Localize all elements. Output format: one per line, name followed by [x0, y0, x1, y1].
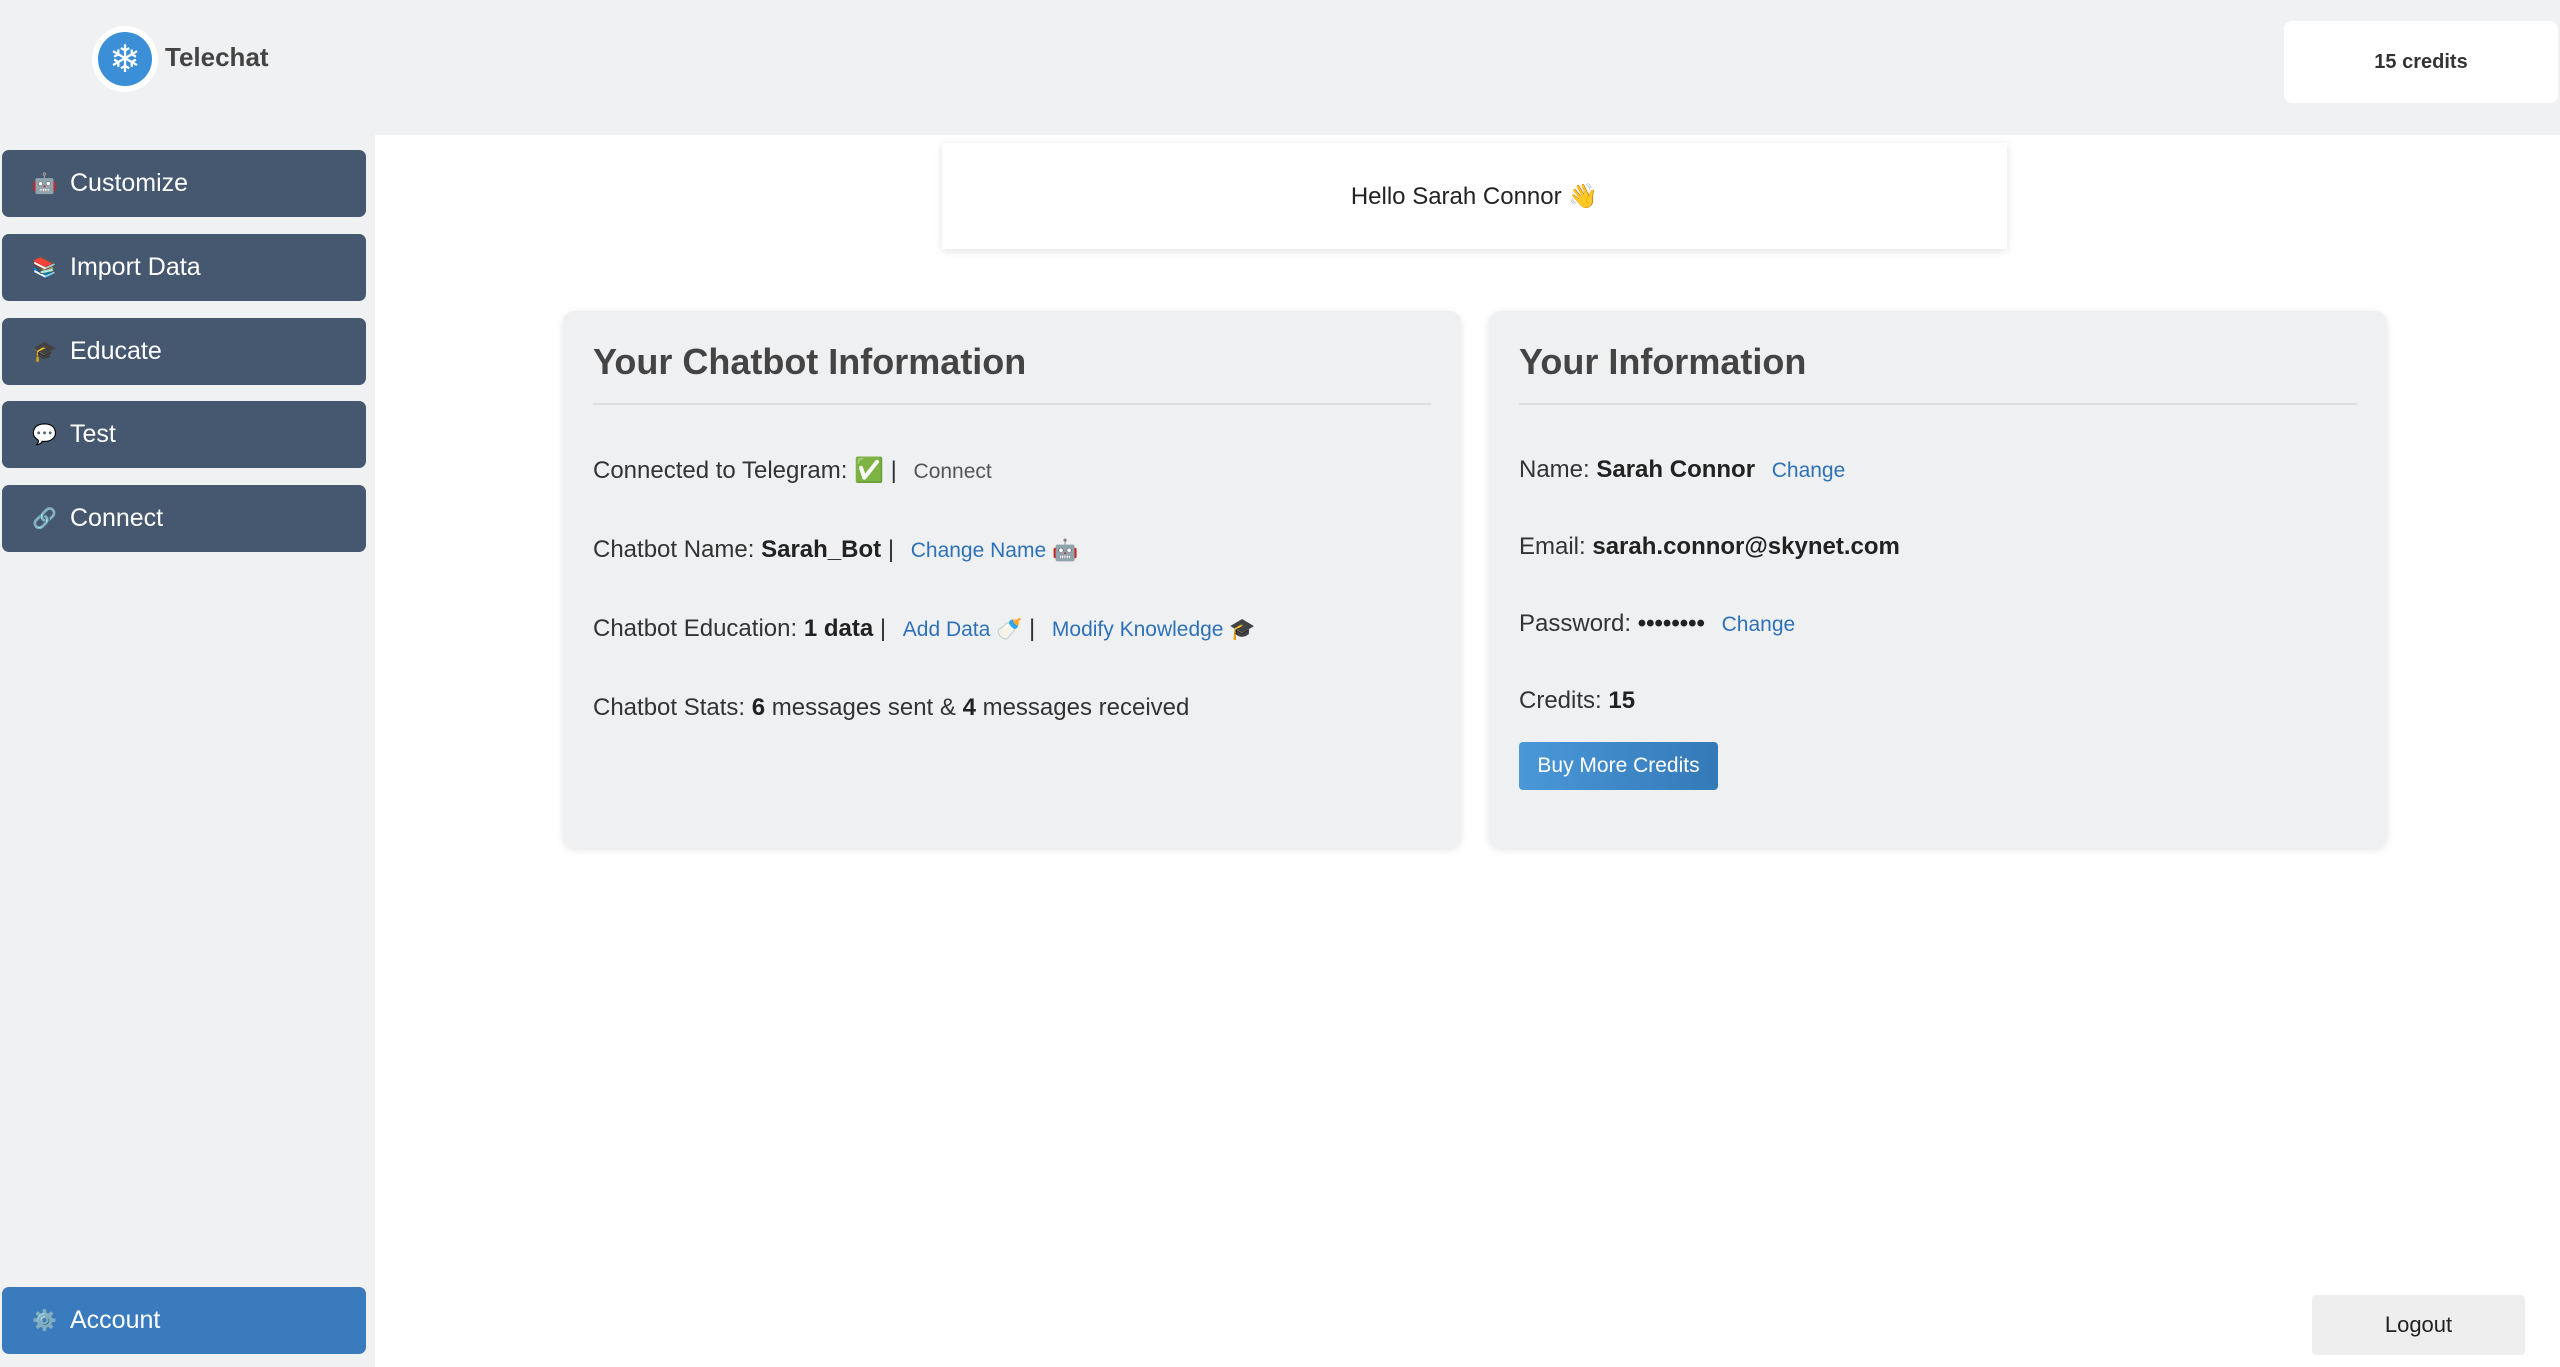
sidebar-item-label: Import Data: [70, 253, 201, 281]
logout-button[interactable]: Logout: [2312, 1295, 2525, 1355]
change-password-link[interactable]: Change: [1722, 613, 1796, 636]
messages-received: 4: [962, 694, 976, 721]
sidebar-item-label: Connect: [70, 504, 164, 532]
education-count: 1 data: [803, 615, 874, 642]
robot-icon: 🤖: [32, 173, 57, 195]
messages-sent: 6: [751, 694, 766, 721]
connect-link[interactable]: Connect: [914, 460, 992, 483]
user-email: sarah.connor@skynet.com: [1592, 533, 1900, 560]
change-name-link[interactable]: Change: [1772, 459, 1846, 482]
card-title: Your Chatbot Information: [593, 341, 1431, 405]
change-name-link[interactable]: Change Name 🤖: [911, 539, 1078, 562]
snowflake-icon: ❄: [98, 32, 152, 86]
sidebar-item-label: Educate: [70, 337, 162, 365]
sidebar-item-import-data[interactable]: 📚 Import Data: [2, 234, 366, 301]
education-row: Chatbot Education: 1 data | Add Data 🍼 |…: [593, 615, 1256, 642]
card-title: Your Information: [1519, 341, 2357, 405]
password-row: Password: •••••••• Change: [1519, 610, 1796, 637]
user-info-card: Your Information Name: Sarah Connor Chan…: [1489, 311, 2387, 848]
sidebar-item-label: Account: [70, 1306, 161, 1334]
link-icon: 🔗: [32, 508, 57, 530]
credits-row: Credits: 15: [1519, 687, 1636, 714]
sidebar-item-account[interactable]: ⚙️ Account: [2, 1287, 366, 1354]
sidebar-item-label: Customize: [70, 169, 189, 197]
books-icon: 📚: [32, 257, 57, 279]
stats-row: Chatbot Stats: 6 messages sent & 4 messa…: [593, 694, 1190, 721]
check-icon: ✅: [854, 457, 884, 484]
name-row: Name: Sarah Connor Change: [1519, 456, 1846, 483]
chatbot-name-row: Chatbot Name: Sarah_Bot | Change Name 🤖: [593, 536, 1079, 563]
chatbot-info-card: Your Chatbot Information Connected to Te…: [563, 311, 1461, 848]
greeting-banner: Hello Sarah Connor 👋: [942, 143, 2007, 249]
telechat-logo[interactable]: ❄: [92, 26, 158, 92]
sidebar-item-connect[interactable]: 🔗 Connect: [2, 485, 366, 552]
password-mask: ••••••••: [1637, 610, 1705, 637]
sidebar-item-test[interactable]: 💬 Test: [2, 401, 366, 468]
brand-name: Telechat: [165, 42, 269, 72]
email-row: Email: sarah.connor@skynet.com: [1519, 533, 1900, 560]
credits-badge: 15 credits: [2284, 21, 2558, 103]
sidebar-item-customize[interactable]: 🤖 Customize: [2, 150, 366, 217]
user-name: Sarah Connor: [1596, 456, 1756, 483]
graduation-cap-icon: 🎓: [32, 341, 57, 363]
sidebar-item-educate[interactable]: 🎓 Educate: [2, 318, 366, 385]
buy-credits-button[interactable]: Buy More Credits: [1519, 742, 1718, 790]
modify-knowledge-link[interactable]: Modify Knowledge 🎓: [1052, 618, 1256, 641]
telegram-row: Connected to Telegram: ✅ | Connect: [593, 457, 992, 484]
add-data-link[interactable]: Add Data 🍼: [903, 618, 1023, 641]
chatbot-name: Sarah_Bot: [761, 536, 882, 563]
gear-icon: ⚙️: [32, 1310, 57, 1332]
sidebar-item-label: Test: [70, 420, 116, 448]
sidebar: 🤖 Customize 📚 Import Data 🎓 Educate 💬 Test 🔗…: [0, 135, 375, 1367]
header: ❄ Telechat 15 credits: [0, 0, 2560, 135]
credits-value: 15: [1608, 687, 1636, 714]
speech-bubble-icon: 💬: [32, 424, 57, 446]
